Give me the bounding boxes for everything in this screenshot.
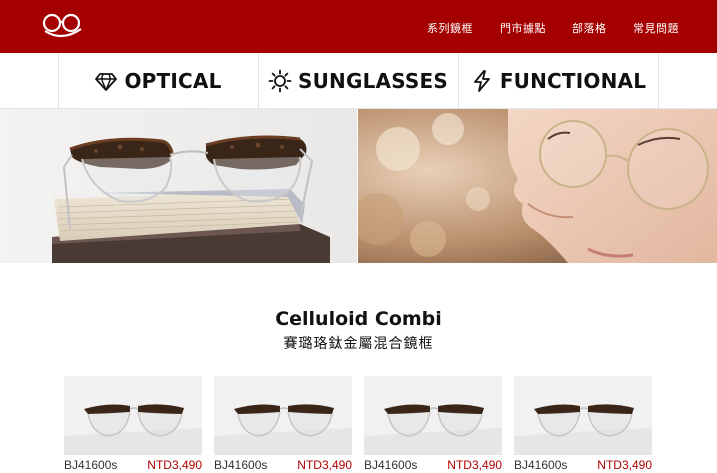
diamond-icon [95,73,118,91]
tab-sunglasses[interactable]: SUNGLASSES [258,53,458,109]
sun-icon [268,69,292,93]
product-code: BJ41600s [364,458,418,472]
banner-glasses-on-books[interactable] [0,109,357,263]
tab-optical-label: OPTICAL [124,69,222,93]
nav-item-faq[interactable]: 常見問題 [633,20,679,36]
woman-photo [358,109,717,263]
top-header: 系列鏡框 門市據點 部落格 常見問題 [0,0,717,53]
product-thumbnail [64,376,202,455]
tab-optical[interactable]: OPTICAL [58,53,258,109]
product-price: NTD3,490 [147,458,202,472]
section-subtitle: 賽璐珞鈦金屬混合鏡框 [283,335,434,351]
category-bar: OPTICAL SUNGLASSES FUNCTIONAL [0,53,717,109]
nav-item-stores[interactable]: 門市據點 [500,20,546,36]
product-thumbnail [214,376,352,455]
product-code: BJ41600s [214,458,268,472]
product-price: NTD3,490 [447,458,502,472]
product-card[interactable]: BJ41600s NTD3,490 [64,376,202,473]
product-thumbnail [514,376,652,455]
product-code: BJ41600s [64,458,118,472]
product-thumbnail [364,376,502,455]
product-code: BJ41600s [514,458,568,472]
product-card[interactable]: BJ41600s NTD3,490 [364,376,502,473]
tab-functional-label: FUNCTIONAL [499,69,647,93]
logo-icon[interactable] [42,12,84,38]
divider [658,53,659,109]
nav-item-blog[interactable]: 部落格 [572,20,607,36]
lightning-icon [473,70,490,92]
section-title: Celluloid Combi [275,308,442,330]
glasses-photo [0,109,357,263]
product-card[interactable]: BJ41600s NTD3,490 [514,376,652,473]
tab-functional[interactable]: FUNCTIONAL [458,53,658,109]
product-card[interactable]: BJ41600s NTD3,490 [214,376,352,473]
nav-item-series[interactable]: 系列鏡框 [427,20,473,36]
tab-sunglasses-label: SUNGLASSES [298,69,448,93]
banner-woman-with-glasses[interactable] [358,109,717,263]
product-price: NTD3,490 [597,458,652,472]
product-price: NTD3,490 [297,458,352,472]
